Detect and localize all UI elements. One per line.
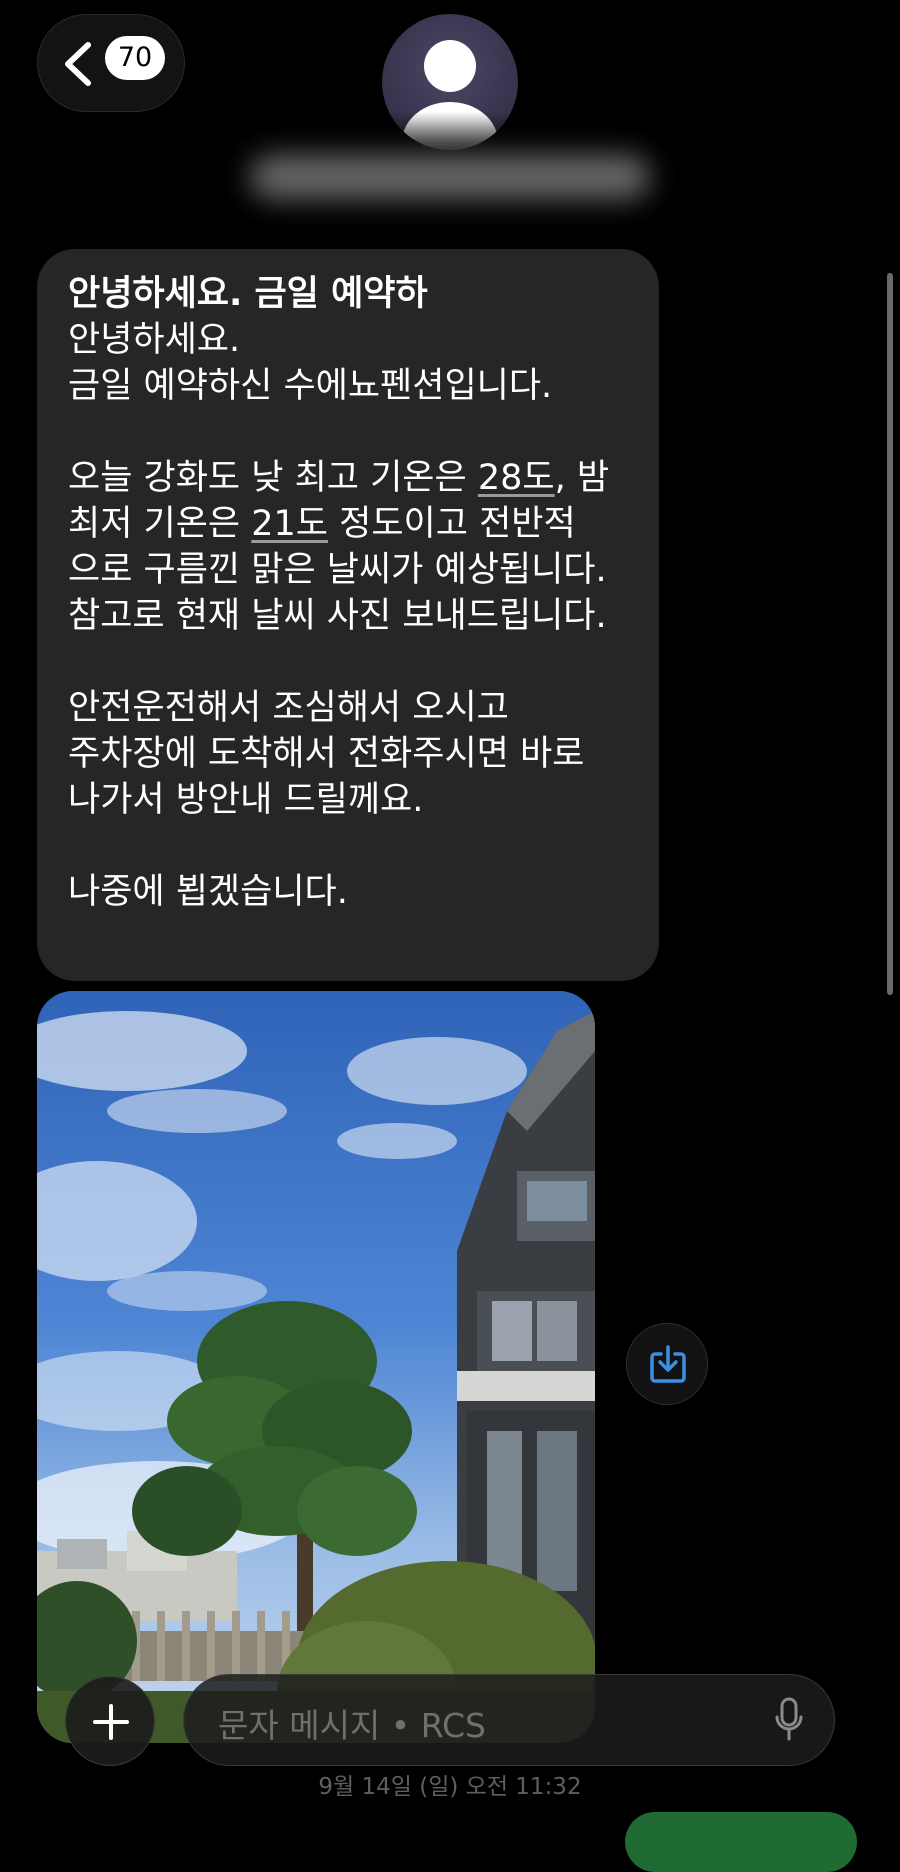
message-line: 금일 예약하신 수에뇨펜션입니다. <box>68 366 553 406</box>
sent-message-bubble[interactable] <box>625 1812 857 1872</box>
message-bubble[interactable]: 안녕하세요. 금일 예약하 안녕하세요. 금일 예약하신 수에뇨펜션입니다. 오… <box>37 249 659 981</box>
temperature-link[interactable]: 28도 <box>478 458 555 498</box>
message-line: 나가서 방안내 드릴께요. <box>68 780 424 820</box>
back-button[interactable]: 70 <box>37 14 185 112</box>
message-line: 나중에 뵙겠습니다. <box>68 872 348 912</box>
temperature-link[interactable]: 21도 <box>251 504 328 544</box>
message-subject: 안녕하세요. 금일 예약하 <box>68 274 428 314</box>
person-icon <box>424 40 476 92</box>
weather-photo[interactable] <box>37 991 595 1743</box>
contact-name-blurred[interactable] <box>250 155 650 199</box>
microphone-icon[interactable] <box>774 1697 804 1743</box>
message-line: 안전운전해서 조심해서 오시고 <box>68 688 509 728</box>
unread-count-badge: 70 <box>105 36 165 80</box>
attach-button[interactable] <box>65 1676 155 1766</box>
message-line: 주차장에 도착해서 전화주시면 바로 <box>68 734 585 774</box>
message-input-placeholder: 문자 메시지 • RCS <box>218 1706 487 1745</box>
photo-scene <box>37 991 595 1743</box>
message-line: 최저 기온은 21도 정도이고 전반적 <box>68 504 576 544</box>
message-line: 오늘 강화도 낮 최고 기온은 28도, 밤 <box>68 458 610 498</box>
plus-icon <box>93 1704 129 1740</box>
chevron-left-icon <box>65 42 91 86</box>
message-timestamp: 9월 14일 (일) 오전 11:32 <box>318 1774 582 1800</box>
download-icon <box>650 1345 686 1383</box>
message-line: 으로 구름낀 맑은 날씨가 예상됩니다. <box>68 550 607 590</box>
message-line: 참고로 현재 날씨 사진 보내드립니다. <box>68 596 607 636</box>
message-input[interactable]: 문자 메시지 • RCS <box>183 1674 835 1766</box>
message-line: 안녕하세요. <box>68 320 241 360</box>
download-button[interactable] <box>626 1323 708 1405</box>
scrollbar[interactable] <box>887 273 893 995</box>
